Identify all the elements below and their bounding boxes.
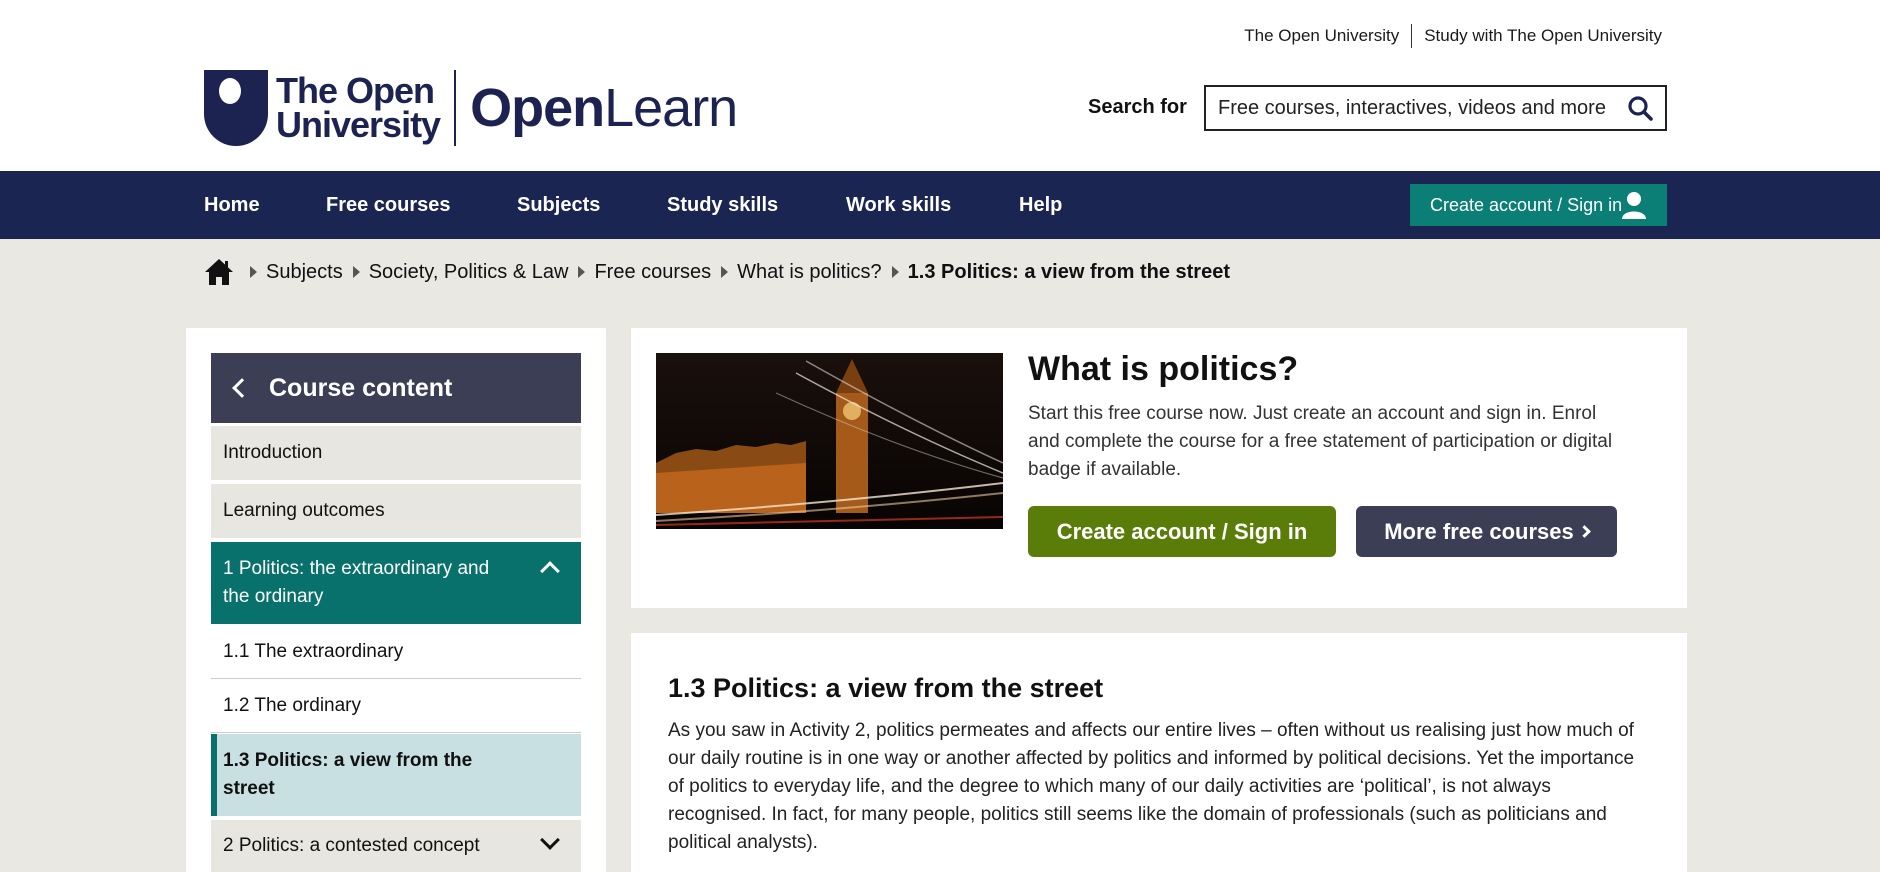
nav-work-skills[interactable]: Work skills	[846, 194, 951, 217]
more-courses-label: More free courses	[1384, 518, 1574, 544]
sidebar-item-1-2[interactable]: 1.2 The ordinary	[211, 679, 581, 733]
breadcrumb-separator-icon	[578, 266, 586, 278]
breadcrumb-subjects[interactable]: Subjects	[266, 261, 343, 284]
chevron-left-icon	[232, 378, 252, 398]
breadcrumb-separator-icon	[721, 266, 729, 278]
ou-wordmark: The Open University	[276, 70, 441, 145]
breadcrumb-free-courses[interactable]: Free courses	[594, 261, 711, 284]
course-card: What is politics? Start this free course…	[631, 328, 1687, 608]
sidebar-item-label: 1.2 The ordinary	[223, 694, 362, 716]
search-label: Search for	[1088, 96, 1187, 118]
ou-shield-icon	[204, 70, 268, 146]
signin-label: Create account / Sign in	[1430, 194, 1623, 215]
course-title: What is politics?	[1028, 350, 1299, 388]
search-input[interactable]	[1218, 96, 1618, 120]
openlearn-light: Learn	[604, 78, 738, 138]
article-content: 1.3 Politics: a view from the street As …	[631, 633, 1687, 872]
breadcrumb-separator-icon	[891, 266, 899, 278]
nav-home[interactable]: Home	[204, 194, 260, 217]
ou-wordmark-line2: University	[276, 104, 441, 145]
course-description: Start this free course now. Just create …	[1028, 403, 1613, 480]
breadcrumb-separator-icon	[352, 266, 360, 278]
section-title: 1.3 Politics: a view from the street	[668, 673, 1104, 703]
openlearn-bold: Open	[470, 78, 605, 138]
cta-label: Create account / Sign in	[1056, 518, 1308, 544]
sidebar-item-learning-outcomes[interactable]: Learning outcomes	[211, 484, 581, 538]
site-logo[interactable]: The Open University OpenLearn	[204, 70, 738, 146]
chevron-right-icon	[1577, 525, 1591, 538]
ou-link[interactable]: The Open University	[1232, 26, 1411, 46]
sidebar-item-label: 1 Politics: the extraordinary and the or…	[223, 558, 490, 607]
search-icon[interactable]	[1627, 95, 1653, 121]
breadcrumb-current: 1.3 Politics: a view from the street	[907, 260, 1230, 283]
sidebar-item-1-1[interactable]: 1.1 The extraordinary	[211, 625, 581, 679]
sidebar-item-label: Introduction	[223, 442, 323, 463]
nav-study-skills[interactable]: Study skills	[667, 194, 778, 217]
nav-help[interactable]: Help	[1019, 194, 1062, 217]
search-box	[1204, 85, 1667, 131]
sidebar-item-section-2[interactable]: 2 Politics: a contested concept	[211, 820, 581, 872]
create-account-signin-button[interactable]: Create account / Sign in	[1410, 184, 1667, 226]
nav-free-courses[interactable]: Free courses	[326, 194, 451, 217]
breadcrumb-what-is-politics[interactable]: What is politics?	[737, 261, 882, 284]
breadcrumb-separator-icon	[250, 266, 257, 278]
sidebar-item-section-1[interactable]: 1 Politics: the extraordinary and the or…	[211, 542, 581, 624]
course-content-heading: Course content	[269, 373, 453, 402]
sidebar-item-label: Learning outcomes	[223, 500, 385, 521]
create-account-signin-cta[interactable]: Create account / Sign in	[1028, 506, 1336, 557]
chevron-down-icon	[540, 830, 560, 850]
top-links: The Open University Study with The Open …	[1232, 24, 1662, 48]
nav-subjects[interactable]: Subjects	[517, 194, 600, 217]
site-header: The Open University Study with The Open …	[0, 0, 1880, 171]
user-icon	[1622, 192, 1646, 219]
openlearn-wordmark: OpenLearn	[470, 77, 738, 139]
logo-divider	[454, 70, 457, 146]
chevron-up-icon	[540, 561, 560, 581]
course-content-toggle[interactable]: Course content	[211, 353, 581, 423]
main-nav: Home Free courses Subjects Study skills …	[0, 171, 1880, 239]
course-thumbnail-image	[656, 353, 1003, 529]
sidebar-item-label: 2 Politics: a contested concept	[223, 835, 480, 856]
study-link[interactable]: Study with The Open University	[1412, 26, 1662, 46]
sidebar-item-label: 1.1 The extraordinary	[223, 640, 404, 662]
course-sidebar: Course content Introduction Learning out…	[186, 328, 606, 872]
section-body-text: As you saw in Activity 2, politics perme…	[668, 720, 1635, 853]
home-icon[interactable]	[204, 258, 234, 286]
breadcrumb-society[interactable]: Society, Politics & Law	[369, 261, 569, 284]
more-free-courses-button[interactable]: More free courses	[1356, 506, 1617, 557]
sidebar-item-introduction[interactable]: Introduction	[211, 426, 581, 480]
sidebar-item-label: 1.3 Politics: a view from the street	[223, 750, 473, 799]
ou-wordmark-line1: The Open	[276, 70, 435, 111]
breadcrumb: Subjects Society, Politics & Law Free co…	[204, 258, 1230, 286]
sidebar-item-1-3-active[interactable]: 1.3 Politics: a view from the street	[211, 734, 581, 816]
